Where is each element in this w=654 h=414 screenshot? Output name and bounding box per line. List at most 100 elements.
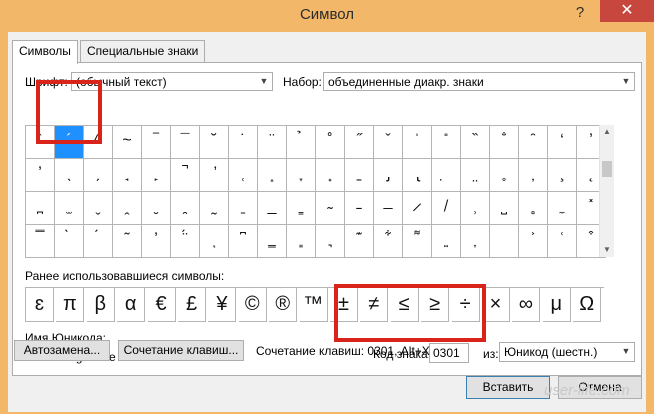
symbol-cell[interactable]: ~ <box>113 126 142 159</box>
symbol-cell[interactable]: ̵ <box>345 192 374 225</box>
recent-symbol[interactable]: α <box>117 288 146 322</box>
symbol-cell[interactable]: ̰ <box>200 192 229 225</box>
symbol-cell[interactable]: ͉ <box>316 225 345 258</box>
symbol-cell[interactable]: ̺ <box>490 192 519 225</box>
symbol-cell[interactable]: ̬ <box>84 192 113 225</box>
symbol-cell[interactable]: ̙ <box>142 159 171 192</box>
close-button[interactable]: ✕ <box>600 0 654 22</box>
symbol-cell[interactable]: ̶ <box>374 192 403 225</box>
help-button[interactable]: ? <box>570 4 590 24</box>
symbol-cell[interactable]: ̈́ <box>171 225 200 258</box>
recent-symbol[interactable]: ¥ <box>208 288 237 322</box>
symbol-cell[interactable]: ̉ <box>287 126 316 159</box>
autocorrect-button[interactable]: Автозамена... <box>14 340 110 361</box>
symbol-cell[interactable]: ̝ <box>258 159 287 192</box>
chevron-down-icon[interactable]: ▼ <box>255 73 272 90</box>
symbol-cell[interactable]: ̴ <box>316 192 345 225</box>
recent-symbol[interactable]: ® <box>269 288 298 322</box>
grid-scrollbar[interactable]: ▲ ▼ <box>599 125 614 257</box>
recent-symbol[interactable]: € <box>147 288 176 322</box>
symbol-cell[interactable]: ̎ <box>432 126 461 159</box>
symbol-cell[interactable]: ¨ <box>258 126 287 159</box>
symbol-cell[interactable]: ̻ <box>519 192 548 225</box>
symbol-cell[interactable]: ͏ <box>490 225 519 258</box>
symbol-cell[interactable]: ̤ <box>461 159 490 192</box>
symbol-cell[interactable]: ̼ <box>548 192 577 225</box>
symbol-cell[interactable]: ˚ <box>316 126 345 159</box>
symbol-cell[interactable]: ˝ <box>345 126 374 159</box>
symbol-cell[interactable]: ̗ <box>84 159 113 192</box>
symbol-cell[interactable]: ͌ <box>403 225 432 258</box>
recent-symbol[interactable]: ∞ <box>512 288 541 322</box>
symbol-cell[interactable]: ̧ <box>548 159 577 192</box>
tab-special-chars[interactable]: Специальные знаки <box>80 40 206 63</box>
recent-symbol[interactable]: £ <box>178 288 206 322</box>
symbol-cell[interactable]: ̯ <box>171 192 200 225</box>
symbol-cell[interactable]: ͍ <box>432 225 461 258</box>
symbol-cell[interactable]: ̛ <box>200 159 229 192</box>
shortcut-key-button[interactable]: Сочетание клавиш... <box>118 340 244 361</box>
symbol-cell[interactable]: ̷ <box>403 192 432 225</box>
chevron-down-icon[interactable]: ▼ <box>617 343 634 360</box>
code-from-select[interactable]: Юникод (шестн.) ▼ <box>499 342 635 362</box>
recent-symbol[interactable]: Ω <box>573 288 602 322</box>
recent-symbol[interactable]: ™ <box>299 288 328 322</box>
recent-symbol[interactable]: ɛ <box>26 288 54 322</box>
symbol-cell[interactable]: ̐ <box>490 126 519 159</box>
symbol-cell[interactable]: ̖ <box>55 159 84 192</box>
symbol-cell[interactable]: ̦ <box>519 159 548 192</box>
scroll-up-icon[interactable]: ▲ <box>600 125 614 139</box>
symbol-cell[interactable]: ͂ <box>113 225 142 258</box>
symbol-cell[interactable]: ˇ <box>374 126 403 159</box>
symbol-cell[interactable]: ̲ <box>258 192 287 225</box>
symbol-cell[interactable]: ̮ <box>142 192 171 225</box>
recent-symbol[interactable]: © <box>238 288 267 322</box>
symbol-cell[interactable]: ¯ <box>171 126 200 159</box>
symbol-cell[interactable]: ̸ <box>432 192 461 225</box>
symbol-cell[interactable]: ̹ <box>461 192 490 225</box>
symbol-cell[interactable]: ̍ <box>403 126 432 159</box>
chevron-down-icon[interactable]: ▼ <box>617 73 634 90</box>
symbol-cell[interactable]: ̘ <box>113 159 142 192</box>
symbol-cell[interactable]: ̢ <box>403 159 432 192</box>
symbol-cell[interactable]: ͐ <box>519 225 548 258</box>
recent-symbol[interactable]: × <box>482 288 510 322</box>
symbol-cell[interactable]: ̟ <box>316 159 345 192</box>
symbol-cell[interactable]: ‾ <box>142 126 171 159</box>
symbol-cell[interactable]: ̳ <box>287 192 316 225</box>
symbol-cell[interactable]: ˙ <box>229 126 258 159</box>
tab-symbols[interactable]: Символы <box>12 40 78 64</box>
symbol-cell[interactable]: ͇ <box>258 225 287 258</box>
symbol-cell[interactable]: ̫ <box>55 192 84 225</box>
symbol-cell[interactable]: ̣ <box>432 159 461 192</box>
recent-symbol[interactable]: π <box>56 288 85 322</box>
symbol-cell[interactable]: ̡ <box>374 159 403 192</box>
symbol-cell[interactable]: ͊ <box>345 225 374 258</box>
symbol-cell[interactable]: ͆ <box>229 225 258 258</box>
symbol-cell[interactable]: ̕ <box>26 159 55 192</box>
symbol-cell[interactable]: ͅ <box>200 225 229 258</box>
symbol-cell[interactable]: ˘ <box>200 126 229 159</box>
symbol-cell[interactable]: ̒ <box>548 126 577 159</box>
scroll-down-icon[interactable]: ▼ <box>600 243 614 257</box>
insert-button[interactable]: Вставить <box>466 376 550 399</box>
recent-symbol[interactable]: μ <box>542 288 571 322</box>
symbol-cell[interactable]: ̚ <box>171 159 200 192</box>
symbol-cell[interactable]: ̞ <box>287 159 316 192</box>
symbol-cell[interactable]: ͈ <box>287 225 316 258</box>
symbol-cell[interactable]: ̥ <box>490 159 519 192</box>
symbol-cell[interactable]: ͎ <box>461 225 490 258</box>
symbol-cell[interactable]: ̭ <box>113 192 142 225</box>
symbol-cell[interactable]: ̠ <box>345 159 374 192</box>
recent-symbol[interactable]: β <box>86 288 115 322</box>
symbol-cell[interactable]: ̱ <box>229 192 258 225</box>
symbol-cell[interactable]: ̏ <box>461 126 490 159</box>
symbol-cell[interactable]: ͑ <box>548 225 577 258</box>
symbol-cell[interactable]: ̀ <box>55 225 84 258</box>
symbol-cell[interactable]: ͋ <box>374 225 403 258</box>
scroll-thumb[interactable] <box>602 161 612 177</box>
symbol-cell[interactable]: ̑ <box>519 126 548 159</box>
symbol-cell[interactable]: ̪ <box>26 192 55 225</box>
symbol-cell[interactable]: ̜ <box>229 159 258 192</box>
symbol-cell[interactable]: ́ <box>84 225 113 258</box>
